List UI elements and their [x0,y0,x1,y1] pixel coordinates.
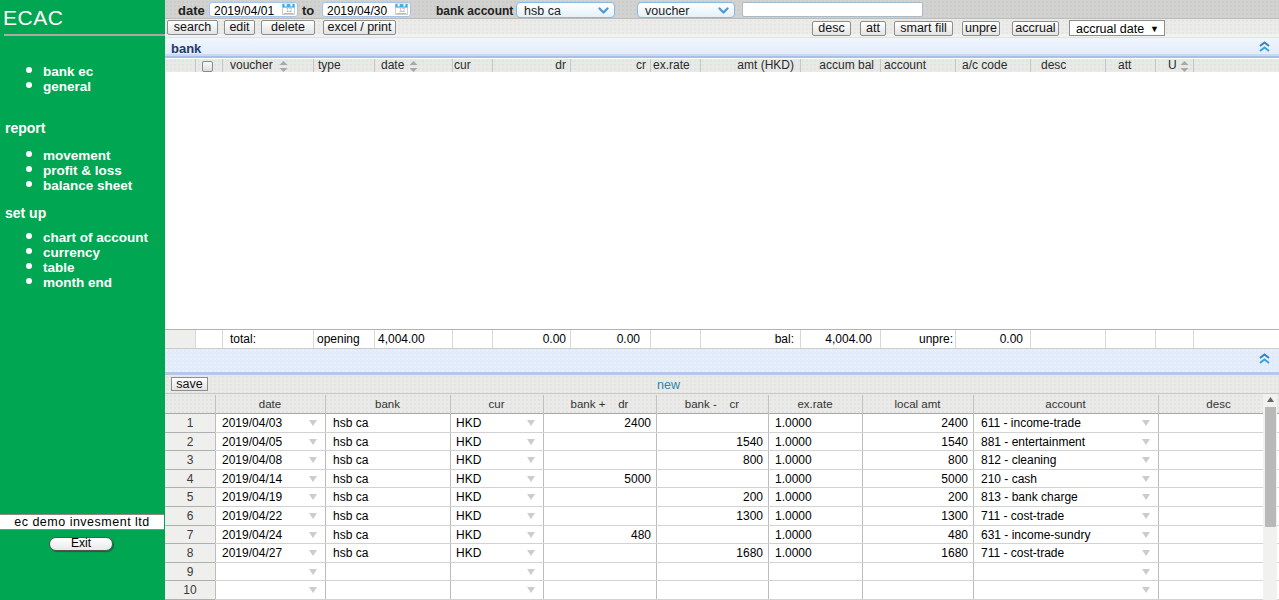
svg-text:12: 12 [286,7,292,13]
svg-text:12: 12 [399,7,405,13]
